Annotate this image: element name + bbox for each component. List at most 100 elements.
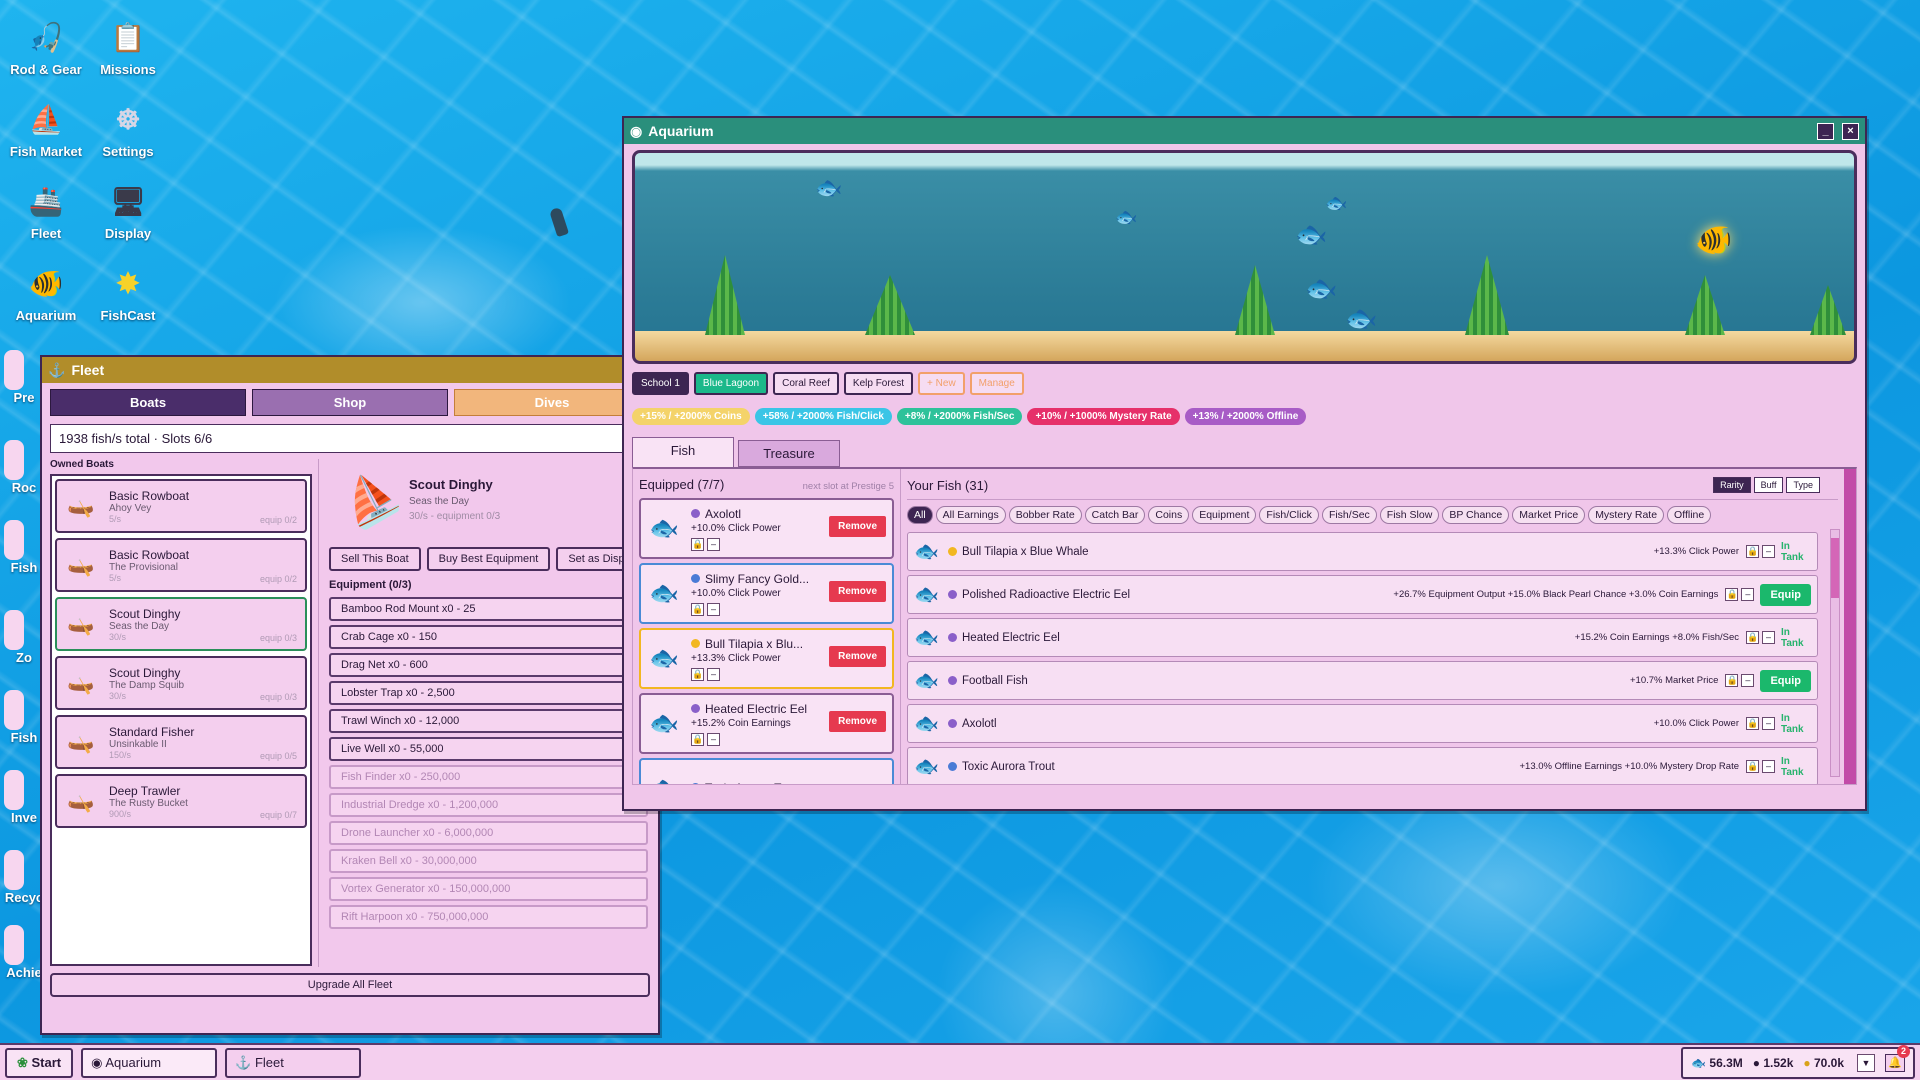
fish-row[interactable]: 🐟 Axolotl +10.0% Click Power 🔒 – In Tank — [907, 704, 1818, 743]
equipment-item[interactable]: Trawl Winch x0 - 12,000 — [329, 709, 648, 733]
equipment-item[interactable]: Live Well x0 - 55,000 — [329, 737, 648, 761]
equipment-item[interactable]: Vortex Generator x0 - 150,000,000 — [329, 877, 648, 901]
equipment-item[interactable]: Bamboo Rod Mount x0 - 25 — [329, 597, 648, 621]
equipment-item[interactable]: Industrial Dredge x0 - 1,200,000 — [329, 793, 648, 817]
partial-icon[interactable]: Fish — [4, 690, 44, 745]
filter-chip[interactable]: All — [907, 506, 933, 524]
taskbar-item-fleet[interactable]: ⚓ Fleet — [225, 1047, 362, 1078]
tab-shop[interactable]: Shop — [252, 389, 448, 416]
filter-chip[interactable]: Coins — [1148, 506, 1190, 524]
partial-icon[interactable]: Inve — [4, 770, 44, 825]
sort-button[interactable]: Rarity — [1713, 477, 1751, 493]
equipped-fish-card[interactable]: 🐟 Axolotl +10.0% Click Power 🔒 – Remove — [639, 498, 894, 559]
fish-row[interactable]: 🐟 Football Fish +10.7% Market Price 🔒 – Equip — [907, 661, 1818, 700]
minus-icon[interactable]: – — [707, 537, 720, 551]
partial-icon[interactable]: Roc — [4, 440, 44, 495]
minus-icon[interactable]: – — [1741, 588, 1755, 601]
close-button[interactable]: × — [1842, 122, 1859, 140]
equipment-item[interactable]: Crab Cage x0 - 150 — [329, 625, 648, 649]
desktop-icon-display[interactable]: 🖥 Display — [88, 182, 168, 241]
equipped-fish-card[interactable]: 🐟 Slimy Fancy Gold... +10.0% Click Power 🔒 –… — [639, 563, 894, 624]
equipment-item[interactable]: Rift Harpoon x0 - 750,000,000 — [329, 905, 648, 929]
desktop-icon-aquarium[interactable]: 🐠 Aquarium — [6, 264, 86, 323]
aquarium-titlebar[interactable]: ◉ Aquarium _ × — [624, 118, 1865, 144]
school-tab[interactable]: Coral Reef — [773, 372, 839, 395]
boat-item[interactable]: 🛶 Basic Rowboat The Provisional 5/s equip 0/… — [55, 538, 307, 592]
boat-item[interactable]: 🛶 Scout Dinghy The Damp Squib 30/s equip 0/3 — [55, 656, 307, 710]
lock-icon[interactable]: 🔒 — [1725, 674, 1739, 687]
fish-list-scrollbar[interactable] — [1830, 529, 1840, 777]
minimize-button[interactable]: _ — [1817, 122, 1834, 140]
dropdown-button[interactable]: ▼ — [1857, 1053, 1875, 1072]
filter-chip[interactable]: Fish/Sec — [1321, 506, 1377, 524]
lock-icon[interactable]: 🔒 — [1746, 760, 1759, 773]
lock-icon[interactable]: 🔒 — [1746, 717, 1759, 730]
tab-dives[interactable]: Dives — [454, 389, 650, 416]
school-tab[interactable]: School 1 — [632, 372, 689, 395]
remove-button[interactable]: Remove — [829, 516, 886, 537]
filter-chip[interactable]: Mystery Rate — [1588, 506, 1665, 524]
lock-icon[interactable]: 🔒 — [1725, 588, 1739, 601]
equipped-fish-card[interactable]: 🐟Toxic Aurora Trout — [639, 758, 894, 784]
equipment-item[interactable]: Drag Net x0 - 600 — [329, 653, 648, 677]
panel-scrollbar[interactable] — [1844, 469, 1856, 784]
minus-icon[interactable]: – — [707, 667, 720, 681]
partial-icon[interactable]: Pre — [4, 350, 44, 405]
lock-icon[interactable]: 🔒 — [691, 537, 704, 551]
filter-chip[interactable]: BP Chance — [1442, 506, 1510, 524]
minus-icon[interactable]: – — [707, 732, 720, 746]
sort-button[interactable]: Buff — [1753, 477, 1784, 493]
filter-chip[interactable]: Equipment — [1192, 506, 1257, 524]
sell-boat-button[interactable]: Sell This Boat — [329, 547, 421, 571]
taskbar-item-aquarium[interactable]: ◉ Aquarium — [81, 1047, 218, 1078]
lock-icon[interactable]: 🔒 — [1746, 631, 1759, 644]
minus-icon[interactable]: – — [1762, 717, 1775, 730]
lock-icon[interactable]: 🔒 — [691, 732, 704, 746]
filter-chip[interactable]: Fish Slow — [1379, 506, 1440, 524]
filter-chip[interactable]: Market Price — [1512, 506, 1586, 524]
tab-fish[interactable]: Fish — [632, 437, 734, 467]
desktop-icon-settings[interactable]: ☸ Settings — [88, 100, 168, 159]
equip-button[interactable]: Equip — [1760, 669, 1811, 692]
school-tab[interactable]: Blue Lagoon — [693, 372, 769, 395]
partial-icon[interactable]: Recyc — [4, 850, 44, 905]
filter-chip[interactable]: Fish/Click — [1259, 506, 1319, 524]
upgrade-all-fleet-button[interactable]: Upgrade All Fleet — [50, 973, 650, 997]
minus-icon[interactable]: – — [707, 602, 720, 616]
remove-button[interactable]: Remove — [829, 711, 886, 732]
equipped-fish-card[interactable]: 🐟 Bull Tilapia x Blu... +13.3% Click Power… — [639, 628, 894, 689]
minus-icon[interactable]: – — [1762, 760, 1775, 773]
partial-icon[interactable]: Zo — [4, 610, 44, 665]
equip-button[interactable]: Equip — [1760, 583, 1811, 606]
remove-button[interactable]: Remove — [829, 581, 886, 602]
buy-best-equipment-button[interactable]: Buy Best Equipment — [426, 547, 551, 571]
fleet-titlebar[interactable]: ⚓ Fleet — [42, 357, 658, 383]
equipment-item[interactable]: Lobster Trap x0 - 2,500 — [329, 681, 648, 705]
sort-button[interactable]: Type — [1786, 477, 1820, 493]
desktop-icon-fleet[interactable]: 🚢 Fleet — [6, 182, 86, 241]
filter-chip[interactable]: Catch Bar — [1084, 506, 1146, 524]
fish-row[interactable]: 🐟 Toxic Aurora Trout +13.0% Offline Earnin… — [907, 747, 1818, 784]
school-tab[interactable]: + New — [918, 372, 965, 395]
lock-icon[interactable]: 🔒 — [691, 667, 704, 681]
desktop-icon-fish-market[interactable]: ⛵ Fish Market — [6, 100, 86, 159]
equipment-item[interactable]: Fish Finder x0 - 250,000 — [329, 765, 648, 789]
fish-row[interactable]: 🐟 Heated Electric Eel +15.2% Coin Earnings… — [907, 618, 1818, 657]
minus-icon[interactable]: – — [1762, 545, 1775, 558]
boat-item[interactable]: 🛶 Basic Rowboat Ahoy Vey 5/s equip 0/2 — [55, 479, 307, 533]
equipment-item[interactable]: Drone Launcher x0 - 6,000,000 — [329, 821, 648, 845]
desktop-icon-missions[interactable]: 📋 Missions — [88, 18, 168, 77]
equipment-item[interactable]: Kraken Bell x0 - 30,000,000 — [329, 849, 648, 873]
school-tab[interactable]: Manage — [969, 372, 1024, 395]
filter-chip[interactable]: Offline — [1667, 506, 1712, 524]
tab-treasure[interactable]: Treasure — [738, 440, 840, 467]
filter-chip[interactable]: Bobber Rate — [1008, 506, 1082, 524]
boat-item[interactable]: 🛶 Standard Fisher Unsinkable II 150/s equip … — [55, 715, 307, 769]
minus-icon[interactable]: – — [1741, 674, 1755, 687]
remove-button[interactable]: Remove — [829, 646, 886, 667]
minus-icon[interactable]: – — [1762, 631, 1775, 644]
lock-icon[interactable]: 🔒 — [691, 602, 704, 616]
partial-icon[interactable]: Achie — [4, 925, 44, 980]
desktop-icon-rod-gear[interactable]: 🎣 Rod & Gear — [6, 18, 86, 77]
desktop-icon-fishcast[interactable]: ✸ FishCast — [88, 264, 168, 323]
